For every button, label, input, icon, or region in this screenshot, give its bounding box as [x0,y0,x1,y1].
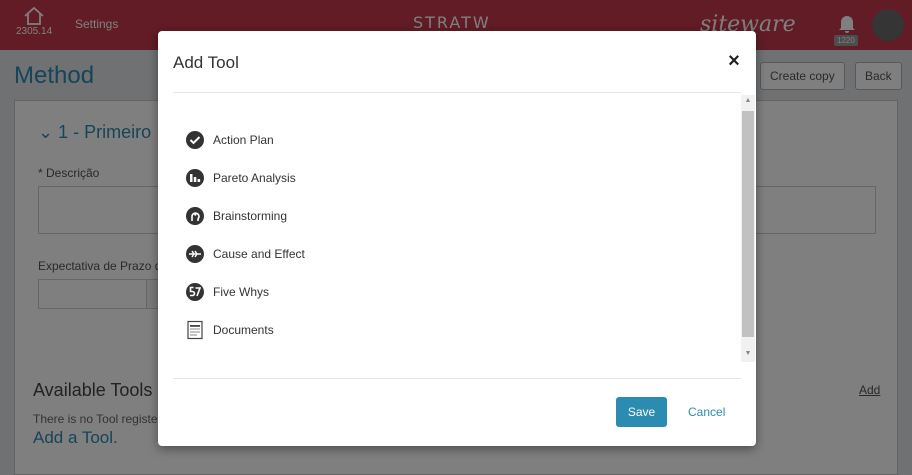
bar-chart-icon [186,169,204,187]
close-button[interactable]: × [724,51,744,71]
five-whys-icon [186,283,204,301]
tool-label: Documents [213,323,274,337]
cancel-button[interactable]: Cancel [688,405,725,419]
tool-label: Action Plan [213,133,274,147]
tool-item-five-whys[interactable]: Five Whys [185,281,269,303]
tool-label: Brainstorming [213,209,288,223]
tool-item-documents[interactable]: Documents [185,319,274,341]
brain-head-icon [186,207,204,225]
scroll-down-arrow-icon[interactable]: ▼ [741,348,755,360]
tool-label: Cause and Effect [213,247,305,261]
tool-item-cause-and-effect[interactable]: Cause and Effect [185,243,305,265]
footer-divider [173,378,741,379]
tool-label: Five Whys [213,285,270,299]
check-circle-icon [186,131,204,149]
scrollbar-thumb[interactable] [742,111,754,337]
fishbone-icon [186,245,204,263]
tool-item-brainstorming[interactable]: Brainstorming [185,205,287,227]
save-button[interactable]: Save [616,397,667,427]
tool-list: Action Plan Pareto Analysis Brainstormin… [173,95,741,360]
scroll-up-arrow-icon[interactable]: ▲ [741,95,755,107]
add-tool-dialog: Add Tool × Action Plan Pareto Analysis B… [158,31,756,446]
tool-label: Pareto Analysis [213,171,296,185]
header-divider [173,92,741,93]
tool-item-action-plan[interactable]: Action Plan [185,129,274,151]
document-icon [187,320,203,340]
tool-item-pareto-analysis[interactable]: Pareto Analysis [185,167,296,189]
dialog-title: Add Tool [173,53,239,72]
